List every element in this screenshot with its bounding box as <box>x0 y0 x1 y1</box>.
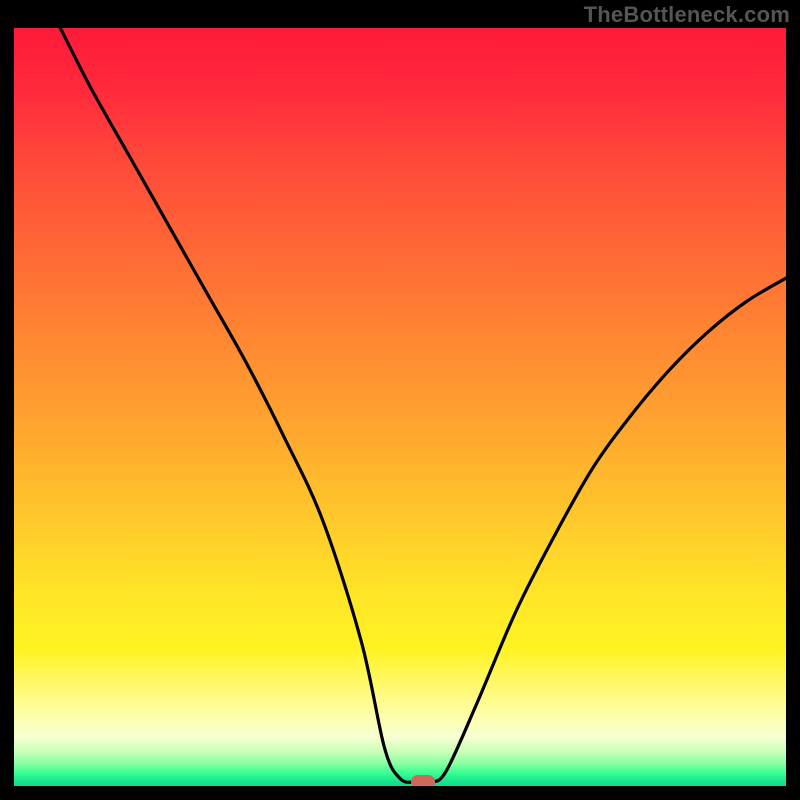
watermark-text: TheBottleneck.com <box>584 2 790 28</box>
plot-area <box>14 28 786 786</box>
bottleneck-curve-path <box>60 28 786 783</box>
curve-svg <box>14 28 786 786</box>
chart-frame: TheBottleneck.com <box>0 0 800 800</box>
bottleneck-marker <box>411 775 435 786</box>
